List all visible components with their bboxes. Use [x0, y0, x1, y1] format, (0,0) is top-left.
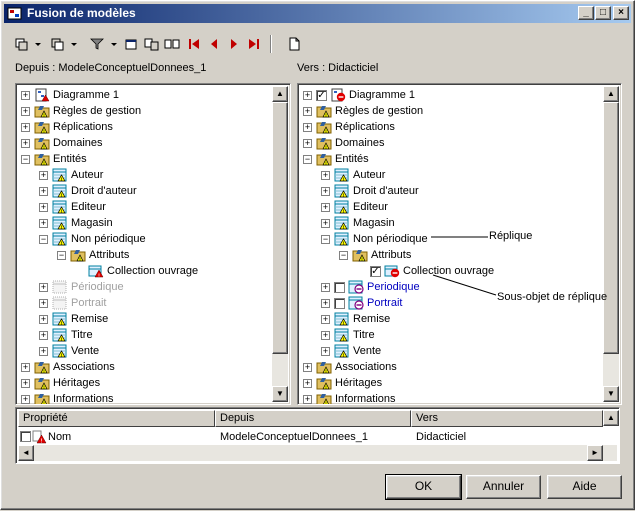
- help-button[interactable]: Aide: [547, 475, 622, 499]
- warning-icon: !: [32, 430, 47, 444]
- scroll-right-button[interactable]: ►: [587, 445, 603, 461]
- ok-button[interactable]: OK: [385, 474, 462, 500]
- cancel-button[interactable]: Annuler: [466, 475, 541, 499]
- grid-horizontal-scrollbar[interactable]: ◄ ►: [18, 445, 617, 461]
- column-header-from[interactable]: Depuis: [215, 410, 411, 427]
- sub-object-callout: Sous-objet de réplique: [497, 291, 608, 303]
- cell-from: ModeleConceptuelDonnees_1: [220, 431, 368, 443]
- cell-to: Didacticiel: [416, 431, 467, 443]
- merge-models-dialog: Fusion de modèles _ □ × Depuis: ModeleC…: [0, 0, 635, 510]
- column-header-to[interactable]: Vers: [411, 410, 603, 427]
- grid-scroll-up-button[interactable]: ▲: [603, 410, 619, 426]
- cell-property: Nom: [48, 431, 72, 443]
- property-grid[interactable]: Propriété Depuis Vers ▲ ! Nom ModeleConc…: [15, 407, 620, 464]
- column-header-property[interactable]: Propriété: [18, 410, 215, 427]
- row-checkbox[interactable]: [20, 431, 31, 442]
- scroll-left-button[interactable]: ◄: [18, 445, 34, 461]
- replica-callout: Réplique: [489, 230, 533, 242]
